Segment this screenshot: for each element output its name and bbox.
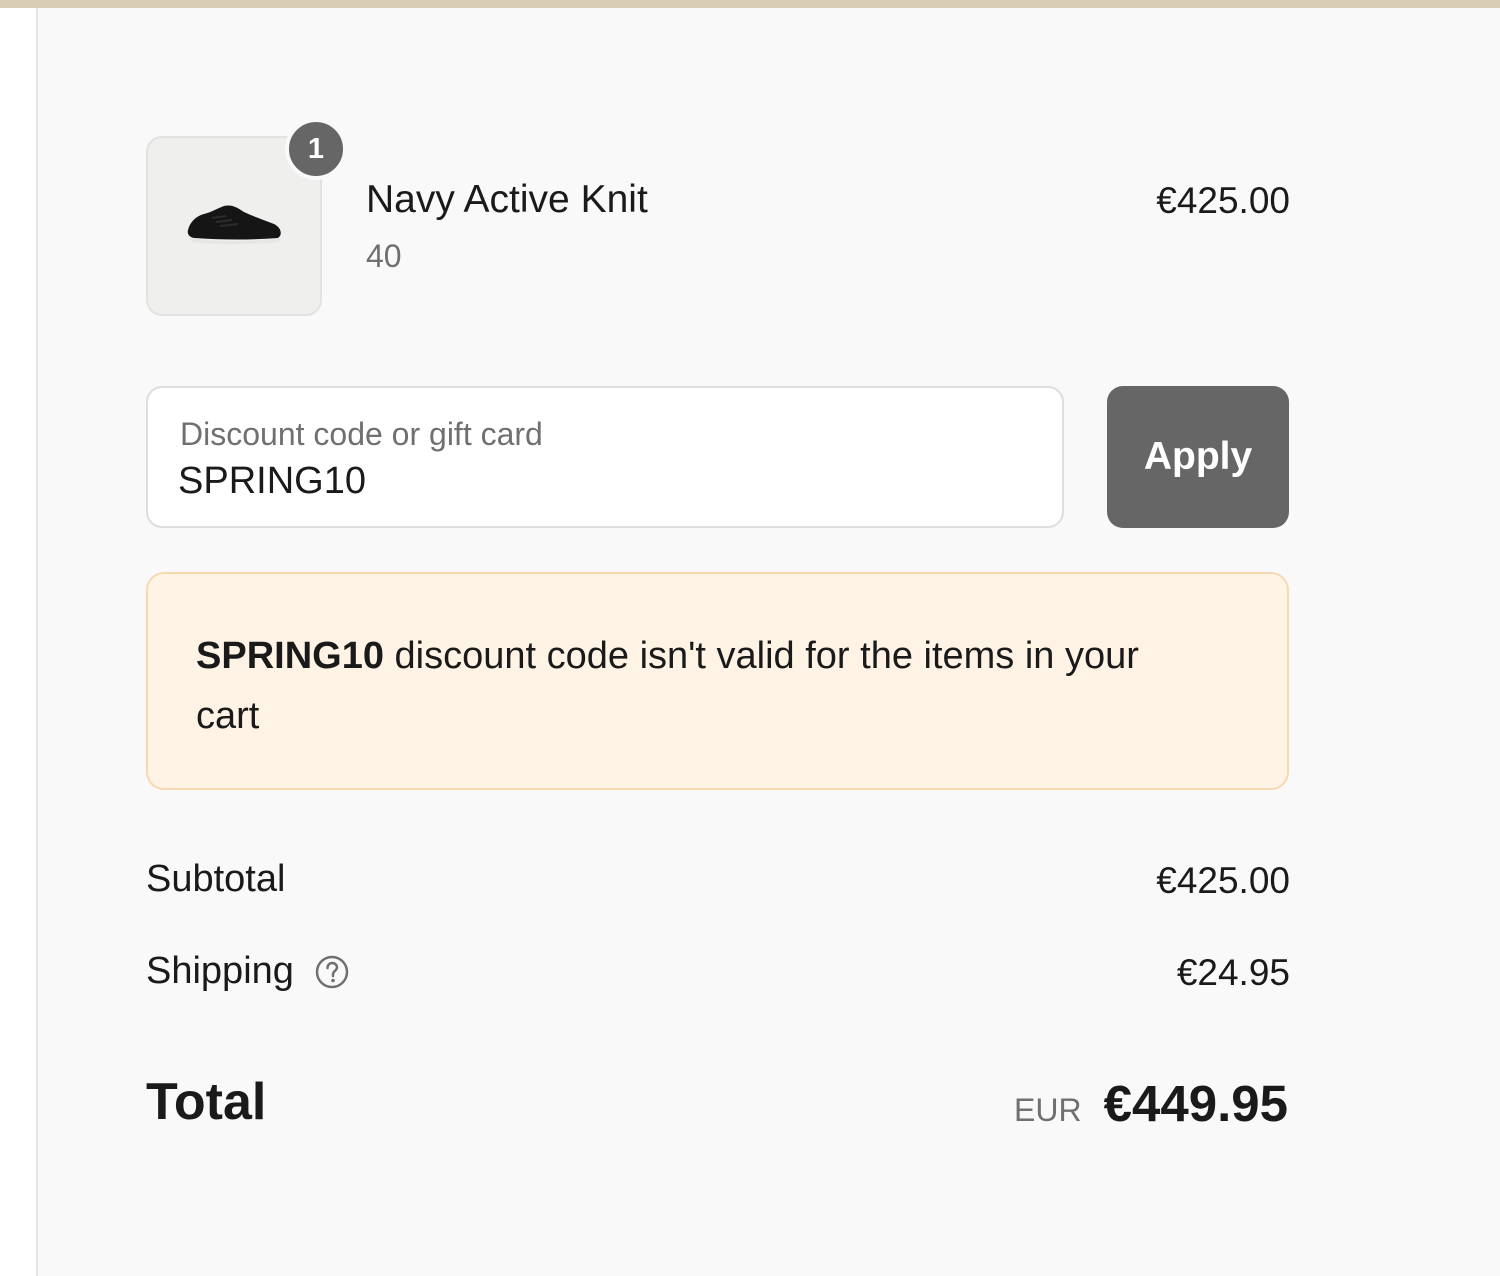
- warning-code: SPRING10: [196, 635, 384, 677]
- product-name: Navy Active Knit: [366, 178, 648, 221]
- quantity-badge: 1: [285, 118, 347, 180]
- shipping-label: Shipping: [146, 950, 294, 992]
- left-gutter: [0, 8, 36, 1276]
- shipping-value: €24.95: [1176, 952, 1290, 993]
- total-amount: €449.95: [1103, 1075, 1288, 1132]
- subtotal-value: €425.00: [1156, 860, 1290, 901]
- apply-button[interactable]: Apply: [1107, 386, 1289, 528]
- warning-message: SPRING10 discount code isn't valid for t…: [196, 626, 1206, 746]
- discount-code-field[interactable]: Discount code or gift card SPRING10: [146, 386, 1064, 528]
- subtotal-label: Subtotal: [146, 858, 286, 900]
- discount-warning-banner: SPRING10 discount code isn't valid for t…: [146, 572, 1289, 790]
- question-circle-icon[interactable]: [314, 954, 350, 990]
- discount-field-label: Discount code or gift card: [180, 416, 543, 452]
- product-variant: 40: [366, 238, 402, 274]
- total-label: Total: [146, 1073, 267, 1131]
- product-price: €425.00: [1156, 180, 1290, 221]
- top-accent-bar: [0, 0, 1500, 8]
- discount-code-input[interactable]: SPRING10: [178, 460, 366, 503]
- total-currency: EUR: [1014, 1092, 1082, 1128]
- sneaker-icon: [187, 205, 281, 245]
